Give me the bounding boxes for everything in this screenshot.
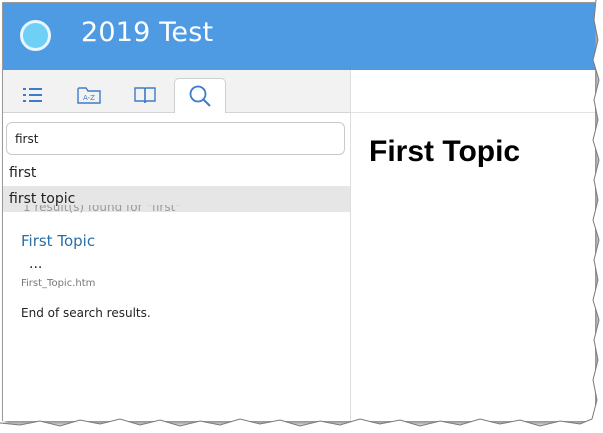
search-icon <box>189 85 211 107</box>
list-icon <box>23 88 42 102</box>
circle-logo-icon <box>20 20 51 51</box>
result-file: First_Topic.htm <box>21 278 96 289</box>
app-title: 2019 Test <box>81 17 214 48</box>
tab-glossary[interactable] <box>119 78 171 112</box>
sidebar-tabbar: A-Z <box>3 70 350 113</box>
page-title: First Topic <box>369 135 521 168</box>
book-icon <box>134 87 156 104</box>
sidebar: A-Z first first topic 1 result(s) fou <box>3 70 351 421</box>
content-toolbar <box>351 70 595 113</box>
help-window: 2019 Test A-Z first first first topic 1 … <box>2 2 595 421</box>
tab-toc[interactable] <box>7 78 59 112</box>
result-snippet: ... <box>29 256 43 272</box>
tab-search[interactable] <box>174 78 226 113</box>
a-z-folder-icon: A-Z <box>77 87 101 104</box>
suggestion-item[interactable]: first <box>3 160 350 186</box>
app-header: 2019 Test <box>3 3 595 70</box>
a-z-label: A-Z <box>83 94 95 102</box>
tab-index[interactable]: A-Z <box>63 78 115 112</box>
result-link[interactable]: First Topic <box>21 232 95 250</box>
search-input[interactable] <box>6 122 345 155</box>
results-summary: 1 result(s) found for "first" <box>23 205 181 213</box>
results-end-text: End of search results. <box>21 306 151 320</box>
